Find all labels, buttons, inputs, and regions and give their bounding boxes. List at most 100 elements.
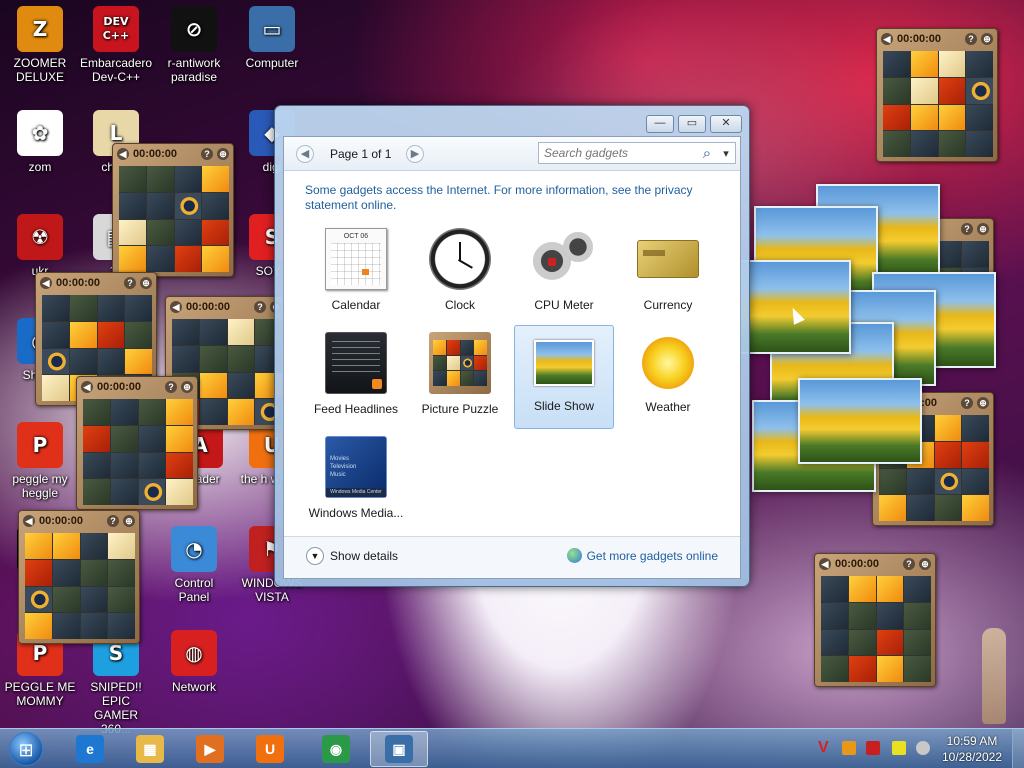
taskbar-internet-explorer[interactable]: e <box>64 731 116 767</box>
privacy-info-link[interactable]: Some gadgets access the Internet. For mo… <box>305 183 725 213</box>
puzzle-tile[interactable] <box>125 321 152 348</box>
solve-icon[interactable]: ⊕ <box>217 148 229 160</box>
puzzle-tile[interactable] <box>876 602 904 629</box>
puzzle-tile[interactable] <box>904 602 931 629</box>
puzzle-tile[interactable] <box>199 345 227 372</box>
puzzle-tile[interactable] <box>166 425 193 452</box>
puzzle-tile[interactable] <box>146 166 174 192</box>
puzzle-tile[interactable] <box>138 399 166 425</box>
desktop-icon[interactable]: ◔ Control Panel <box>158 526 230 604</box>
taskbar-file-explorer[interactable]: ▦ <box>124 731 176 767</box>
puzzle-tile[interactable] <box>146 246 174 272</box>
puzzle-tile[interactable] <box>110 399 138 425</box>
puzzle-tile[interactable] <box>821 629 848 656</box>
back-icon[interactable]: ◀ <box>40 277 52 289</box>
puzzle-grid[interactable] <box>83 399 193 505</box>
puzzle-tile[interactable] <box>883 104 910 131</box>
puzzle-tile[interactable] <box>138 452 166 479</box>
next-page-button[interactable]: ▶ <box>406 145 424 163</box>
puzzle-grid[interactable] <box>25 533 135 639</box>
puzzle-tile[interactable] <box>42 375 69 401</box>
puzzle-tile[interactable] <box>904 656 931 682</box>
solve-icon[interactable]: ⊕ <box>977 397 989 409</box>
puzzle-tile[interactable] <box>904 629 931 656</box>
puzzle-tile[interactable] <box>80 559 108 586</box>
puzzle-tile[interactable] <box>821 656 848 682</box>
close-button[interactable]: ✕ <box>710 115 742 133</box>
puzzle-tile[interactable] <box>227 345 255 372</box>
clock[interactable]: 10:59 AM 10/28/2022 <box>940 733 1004 765</box>
puzzle-tile[interactable] <box>108 613 135 639</box>
puzzle-tile[interactable] <box>125 348 152 375</box>
help-icon[interactable]: ? <box>107 515 119 527</box>
puzzle-tile[interactable] <box>119 166 146 192</box>
puzzle-tile[interactable] <box>174 219 202 246</box>
puzzle-tile[interactable] <box>821 602 848 629</box>
puzzle-tile[interactable] <box>848 576 876 602</box>
puzzle-tile[interactable] <box>138 479 166 505</box>
puzzle-tile[interactable] <box>42 321 69 348</box>
get-more-gadgets-link[interactable]: Get more gadgets online <box>566 548 718 563</box>
puzzle-tile[interactable] <box>821 576 848 602</box>
back-icon[interactable]: ◀ <box>23 515 35 527</box>
puzzle-tile[interactable] <box>910 131 938 157</box>
puzzle-tile[interactable] <box>227 399 255 425</box>
puzzle-tile[interactable] <box>108 559 135 586</box>
puzzle-tile[interactable] <box>97 321 125 348</box>
puzzle-tile[interactable] <box>966 51 993 77</box>
puzzle-tile[interactable] <box>879 495 906 521</box>
puzzle-tile[interactable] <box>910 51 938 77</box>
puzzle-tile[interactable] <box>966 104 993 131</box>
puzzle-tile[interactable] <box>83 452 110 479</box>
puzzle-tile[interactable] <box>848 602 876 629</box>
tray-icon[interactable] <box>916 741 930 755</box>
puzzle-tile[interactable] <box>110 425 138 452</box>
desktop-icon[interactable]: ☢ ukr <box>4 214 76 278</box>
puzzle-tile[interactable] <box>883 51 910 77</box>
puzzle-tile[interactable] <box>110 452 138 479</box>
puzzle-tile[interactable] <box>962 241 989 267</box>
puzzle-tile[interactable] <box>138 425 166 452</box>
puzzle-tile[interactable] <box>69 295 97 321</box>
puzzle-grid[interactable] <box>883 51 993 157</box>
picture-puzzle-gadget[interactable]: ◀ 00:00:00? ⊕ <box>876 28 998 162</box>
puzzle-tile[interactable] <box>125 295 152 321</box>
puzzle-tile[interactable] <box>69 348 97 375</box>
tray-icon[interactable] <box>866 741 880 755</box>
desktop-icon[interactable]: ✿ zom <box>4 110 76 174</box>
puzzle-tile[interactable] <box>199 399 227 425</box>
taskbar-gadgets-window[interactable]: ▣ <box>370 731 428 767</box>
puzzle-tile[interactable] <box>80 613 108 639</box>
taskbar-media-player[interactable]: ▶ <box>184 731 236 767</box>
puzzle-tile[interactable] <box>174 166 202 192</box>
help-icon[interactable]: ? <box>961 397 973 409</box>
gadget-gallery-window[interactable]: — ▭ ✕ ◀ Page 1 of 1 ▶ ⌕ ▾ Some gadgets a… <box>274 105 750 587</box>
puzzle-tile[interactable] <box>966 131 993 157</box>
puzzle-tile[interactable] <box>962 441 989 468</box>
tray-icon[interactable] <box>892 741 906 755</box>
puzzle-tile[interactable] <box>966 77 993 104</box>
puzzle-tile[interactable] <box>52 613 80 639</box>
gadget-currency[interactable]: Currency <box>618 225 718 325</box>
desktop-icon[interactable]: Z ZOOMER DELUXE <box>4 6 76 84</box>
puzzle-tile[interactable] <box>146 219 174 246</box>
puzzle-tile[interactable] <box>25 613 52 639</box>
solve-icon[interactable]: ⊕ <box>181 381 193 393</box>
puzzle-tile[interactable] <box>876 576 904 602</box>
puzzle-tile[interactable] <box>962 468 989 495</box>
puzzle-tile[interactable] <box>934 415 962 441</box>
minimize-button[interactable]: — <box>646 115 674 133</box>
puzzle-tile[interactable] <box>883 77 910 104</box>
search-box[interactable]: ⌕ ▾ <box>538 142 736 164</box>
puzzle-tile[interactable] <box>962 415 989 441</box>
puzzle-tile[interactable] <box>938 104 966 131</box>
help-icon[interactable]: ? <box>965 33 977 45</box>
puzzle-tile[interactable] <box>69 321 97 348</box>
puzzle-tile[interactable] <box>52 586 80 613</box>
puzzle-tile[interactable] <box>202 246 229 272</box>
desktop-icon[interactable]: Ppeggle my heggle <box>4 422 76 500</box>
back-icon[interactable]: ◀ <box>81 381 93 393</box>
puzzle-tile[interactable] <box>904 576 931 602</box>
taskbar-chrome[interactable]: ◉ <box>310 731 362 767</box>
puzzle-tile[interactable] <box>848 656 876 682</box>
